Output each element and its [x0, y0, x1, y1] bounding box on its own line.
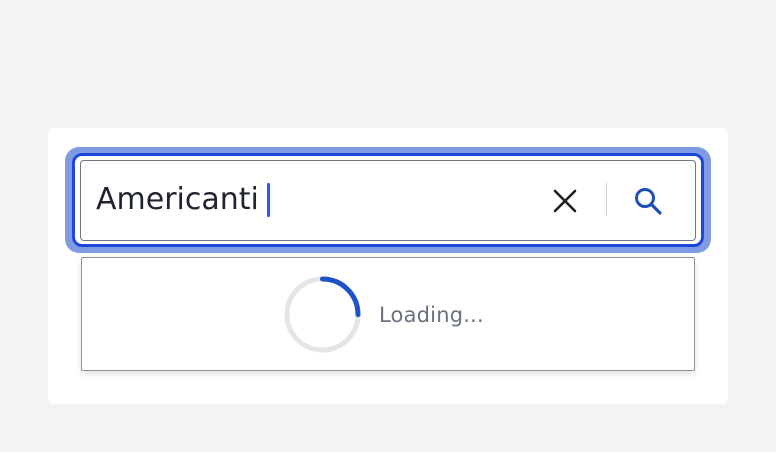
- clear-button[interactable]: [550, 186, 580, 216]
- search-divider: [606, 183, 607, 216]
- text-caret: [267, 183, 270, 217]
- search-input-value: Americanti: [96, 182, 259, 217]
- page: Americanti Loading...: [0, 0, 776, 452]
- search-icon: [635, 188, 662, 215]
- loading-text: Loading...: [379, 303, 484, 327]
- close-icon: [553, 189, 577, 213]
- search-button[interactable]: [630, 184, 666, 218]
- loading-spinner-icon: [284, 276, 361, 353]
